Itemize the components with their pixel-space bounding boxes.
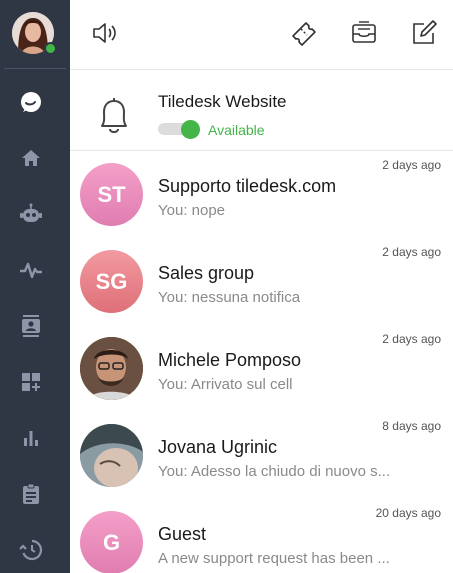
avatar: SG bbox=[80, 250, 143, 313]
avatar: ST bbox=[80, 163, 143, 226]
availability-panel: Tiledesk Website Available bbox=[70, 70, 453, 151]
conversation-last-message: You: Adesso la chiudo di nuovo s... bbox=[158, 463, 391, 480]
conversation-time: 8 days ago bbox=[382, 419, 441, 433]
clipboard-icon[interactable] bbox=[17, 480, 45, 508]
chat-bubble-icon[interactable] bbox=[17, 88, 45, 116]
avatar bbox=[80, 337, 143, 400]
avatar bbox=[80, 424, 143, 487]
compose-icon[interactable] bbox=[409, 18, 439, 48]
conversation-name: Michele Pomposo bbox=[158, 350, 302, 370]
conversation-last-message: A new support request has been ... bbox=[158, 550, 390, 567]
project-title: Tiledesk Website bbox=[158, 92, 287, 111]
conversation-name: Guest bbox=[158, 524, 207, 544]
top-bar bbox=[70, 0, 453, 70]
conversation-last-message: You: nessuna notifica bbox=[158, 289, 301, 306]
conversation-time: 2 days ago bbox=[382, 158, 441, 172]
sound-on-icon[interactable] bbox=[90, 18, 120, 48]
conversation-last-message: You: nope bbox=[158, 202, 226, 219]
home-icon[interactable] bbox=[17, 144, 45, 172]
analytics-icon[interactable] bbox=[17, 424, 45, 452]
conversation-item[interactable]: ST Supporto tiledesk.com You: nope 2 day… bbox=[70, 151, 453, 238]
conversation-item[interactable]: Michele Pomposo You: Arrivato sul cell 2… bbox=[70, 325, 453, 412]
availability-label: Available bbox=[208, 122, 265, 138]
conversation-time: 20 days ago bbox=[375, 506, 441, 520]
inbox-tray-icon[interactable] bbox=[349, 18, 379, 48]
conversation-last-message: You: Arrivato sul cell bbox=[158, 376, 293, 393]
conversation-time: 2 days ago bbox=[382, 245, 441, 259]
bot-icon[interactable] bbox=[17, 200, 45, 228]
availability-toggle-knob[interactable] bbox=[181, 120, 200, 139]
conversation-name: Jovana Ugrinic bbox=[158, 437, 278, 457]
conversation-time: 2 days ago bbox=[382, 332, 441, 346]
conversation-item[interactable]: G Guest A new support request has been .… bbox=[70, 499, 453, 573]
contacts-icon[interactable] bbox=[17, 312, 45, 340]
avatar: G bbox=[80, 511, 143, 573]
conversation-item[interactable]: SG Sales group You: nessuna notifica 2 d… bbox=[70, 238, 453, 325]
activity-icon[interactable] bbox=[17, 256, 45, 284]
online-status-dot bbox=[44, 42, 57, 55]
ticket-icon[interactable] bbox=[288, 18, 318, 48]
conversation-name: Sales group bbox=[158, 263, 255, 283]
history-icon[interactable] bbox=[17, 536, 45, 564]
apps-icon[interactable] bbox=[17, 368, 45, 396]
sidebar bbox=[0, 0, 70, 573]
bell-icon[interactable] bbox=[96, 95, 132, 135]
sidebar-divider bbox=[4, 68, 66, 69]
conversation-item[interactable]: Jovana Ugrinic You: Adesso la chiudo di … bbox=[70, 412, 453, 499]
conversation-name: Supporto tiledesk.com bbox=[158, 176, 337, 196]
